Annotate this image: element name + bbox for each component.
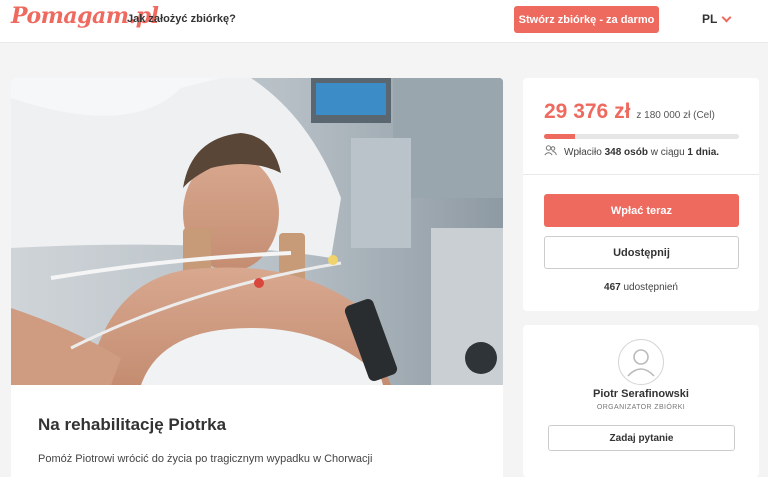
chevron-down-icon (721, 12, 732, 22)
campaign-title: Na rehabilitację Piotrka (38, 415, 227, 434)
share-count-value: 467 (604, 282, 621, 293)
people-icon (544, 145, 557, 159)
top-header: Pomagam.pl Jak założyć zbiórkę? Stwórz z… (0, 0, 768, 43)
share-button[interactable]: Udostępnij (544, 236, 739, 269)
campaign-photo (11, 78, 503, 385)
donors-mid: w ciągu (650, 146, 685, 158)
organizer-card: Piotr Serafinowski ORGANIZATOR ZBIÓRKI Z… (523, 325, 759, 477)
user-icon (627, 349, 655, 377)
donors-text: Wpłaciło 348 osób w ciągu 1 dnia. (564, 147, 719, 158)
donors-period: 1 dnia. (687, 146, 720, 158)
goal-value: z 180 000 zł (Cel) (636, 110, 715, 121)
create-fundraiser-button[interactable]: Stwórz zbiórkę - za darmo (514, 6, 659, 33)
campaign-info: Na rehabilitację Piotrka Pomóż Piotrowi … (11, 385, 503, 477)
progress-bar (544, 134, 739, 139)
organizer-role: ORGANIZATOR ZBIÓRKI (596, 404, 686, 411)
amount-raised: 29 376 zł z 180 000 zł (Cel) (544, 100, 715, 124)
language-label: PL (702, 12, 718, 26)
share-count-label: udostępnień (623, 282, 678, 293)
howto-link[interactable]: Jak założyć zbiórkę? (127, 13, 236, 25)
language-selector[interactable]: PL (702, 12, 732, 26)
donors-count: 348 osób (604, 146, 648, 158)
donors-summary: Wpłaciło 348 osób w ciągu 1 dnia. (544, 145, 719, 159)
donate-now-button[interactable]: Wpłać teraz (544, 194, 739, 227)
progress-fill (544, 134, 576, 139)
donation-card: 29 376 zł z 180 000 zł (Cel) Wpłaciło 34… (523, 78, 759, 311)
share-count: 467 udostępnień (523, 282, 759, 293)
avatar (618, 339, 664, 385)
ask-question-button[interactable]: Zadaj pytanie (548, 425, 735, 451)
amount-value: 29 376 zł (544, 100, 631, 123)
donors-prefix: Wpłaciło (564, 146, 602, 158)
campaign-description: Pomóż Piotrowi wrócić do życia po tragic… (38, 453, 373, 465)
divider (523, 174, 759, 175)
organizer-name[interactable]: Piotr Serafinowski (523, 388, 759, 400)
